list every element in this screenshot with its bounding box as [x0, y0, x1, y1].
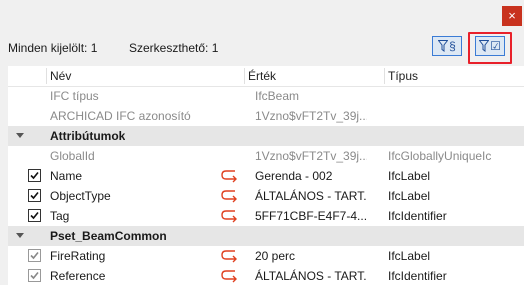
- checkbox[interactable]: [28, 269, 41, 282]
- funnel-icon: [438, 40, 449, 52]
- group-row-pset-beamcommon[interactable]: Pset_BeamCommon: [8, 226, 524, 246]
- property-name: ARCHICAD IFC azonosító: [50, 109, 191, 123]
- checkmark-icon: [30, 171, 39, 180]
- collapse-triangle-icon[interactable]: [16, 233, 24, 238]
- property-name: Tag: [50, 209, 70, 223]
- checkbox[interactable]: [28, 169, 41, 182]
- property-name: Reference: [50, 269, 106, 283]
- checkmark-icon: [30, 251, 39, 260]
- selected-count: Minden kijelölt: 1: [8, 41, 98, 55]
- property-name: FireRating: [50, 249, 106, 263]
- title-bar: ×: [0, 0, 524, 30]
- property-value[interactable]: Gerenda - 002: [255, 169, 367, 183]
- property-value[interactable]: 5FF71CBF-E4F7-4...: [255, 209, 367, 223]
- link-arrow-icon: [221, 170, 237, 183]
- link-arrow-icon: [221, 250, 237, 263]
- table-row[interactable]: Tag 5FF71CBF-E4F7-4... IfcIdentifier: [8, 206, 524, 226]
- checkmark-icon: [30, 191, 39, 200]
- link-arrow-icon: [221, 210, 237, 223]
- property-value: IfcBeam: [255, 89, 300, 103]
- header-type[interactable]: Típus: [388, 69, 418, 83]
- property-type: IfcLabel: [388, 249, 431, 263]
- table-row[interactable]: IFC típus IfcBeam: [8, 86, 524, 106]
- property-name: Name: [50, 169, 83, 183]
- property-name: IFC típus: [50, 89, 99, 103]
- checkbox[interactable]: [28, 189, 41, 202]
- checkmark-icon: [30, 211, 39, 220]
- checkbox-icon: ☑: [490, 39, 501, 53]
- table-row[interactable]: FireRating 20 perc IfcLabel: [8, 246, 524, 266]
- property-type: IfcIdentifier: [388, 209, 447, 223]
- property-value[interactable]: ÁLTALÁNOS - TART...: [255, 269, 367, 283]
- property-name: GlobalId: [50, 149, 95, 163]
- properties-table: Név Érték Típus IFC típus IfcBeam ARCHIC…: [8, 66, 524, 285]
- link-arrow-icon: [221, 270, 237, 283]
- property-name: ObjectType: [50, 189, 111, 203]
- filter-paragraph-button[interactable]: §: [432, 36, 462, 56]
- filter-checked-button[interactable]: ☑: [475, 36, 505, 56]
- group-label: Pset_BeamCommon: [50, 229, 167, 243]
- property-type: IfcGloballyUniqueIc: [388, 149, 492, 163]
- group-label: Attribútumok: [50, 129, 126, 143]
- table-row[interactable]: ObjectType ÁLTALÁNOS - TART... IfcLabel: [8, 186, 524, 206]
- property-type: IfcLabel: [388, 189, 431, 203]
- property-value[interactable]: 20 perc: [255, 249, 367, 263]
- column-separator: [384, 68, 385, 84]
- header-name[interactable]: Név: [50, 69, 71, 83]
- property-value: 1Vzno$vFT2Tv_39j...: [255, 109, 367, 123]
- collapse-triangle-icon[interactable]: [16, 133, 24, 138]
- checkbox[interactable]: [28, 209, 41, 222]
- column-separator: [46, 68, 47, 84]
- table-row[interactable]: GlobalId 1Vzno$vFT2Tv_39j... IfcGlobally…: [8, 146, 524, 166]
- property-value[interactable]: ÁLTALÁNOS - TART...: [255, 189, 367, 203]
- table-row[interactable]: Name Gerenda - 002 IfcLabel: [8, 166, 524, 186]
- table-header: Név Érték Típus: [8, 66, 524, 87]
- close-button[interactable]: ×: [502, 6, 522, 26]
- table-row[interactable]: Reference ÁLTALÁNOS - TART... IfcIdentif…: [8, 266, 524, 285]
- property-value: 1Vzno$vFT2Tv_39j...: [255, 149, 367, 163]
- table-row[interactable]: ARCHICAD IFC azonosító 1Vzno$vFT2Tv_39j.…: [8, 106, 524, 126]
- link-arrow-icon: [221, 190, 237, 203]
- column-separator: [244, 68, 245, 84]
- header-value[interactable]: Érték: [248, 69, 276, 83]
- property-type: IfcLabel: [388, 169, 431, 183]
- checkbox[interactable]: [28, 249, 41, 262]
- section-icon: §: [449, 39, 456, 53]
- checkmark-icon: [30, 271, 39, 280]
- editable-count: Szerkeszthető: 1: [129, 41, 219, 55]
- group-row-attributes[interactable]: Attribútumok: [8, 126, 524, 146]
- funnel-icon: [479, 40, 490, 52]
- property-type: IfcIdentifier: [388, 269, 447, 283]
